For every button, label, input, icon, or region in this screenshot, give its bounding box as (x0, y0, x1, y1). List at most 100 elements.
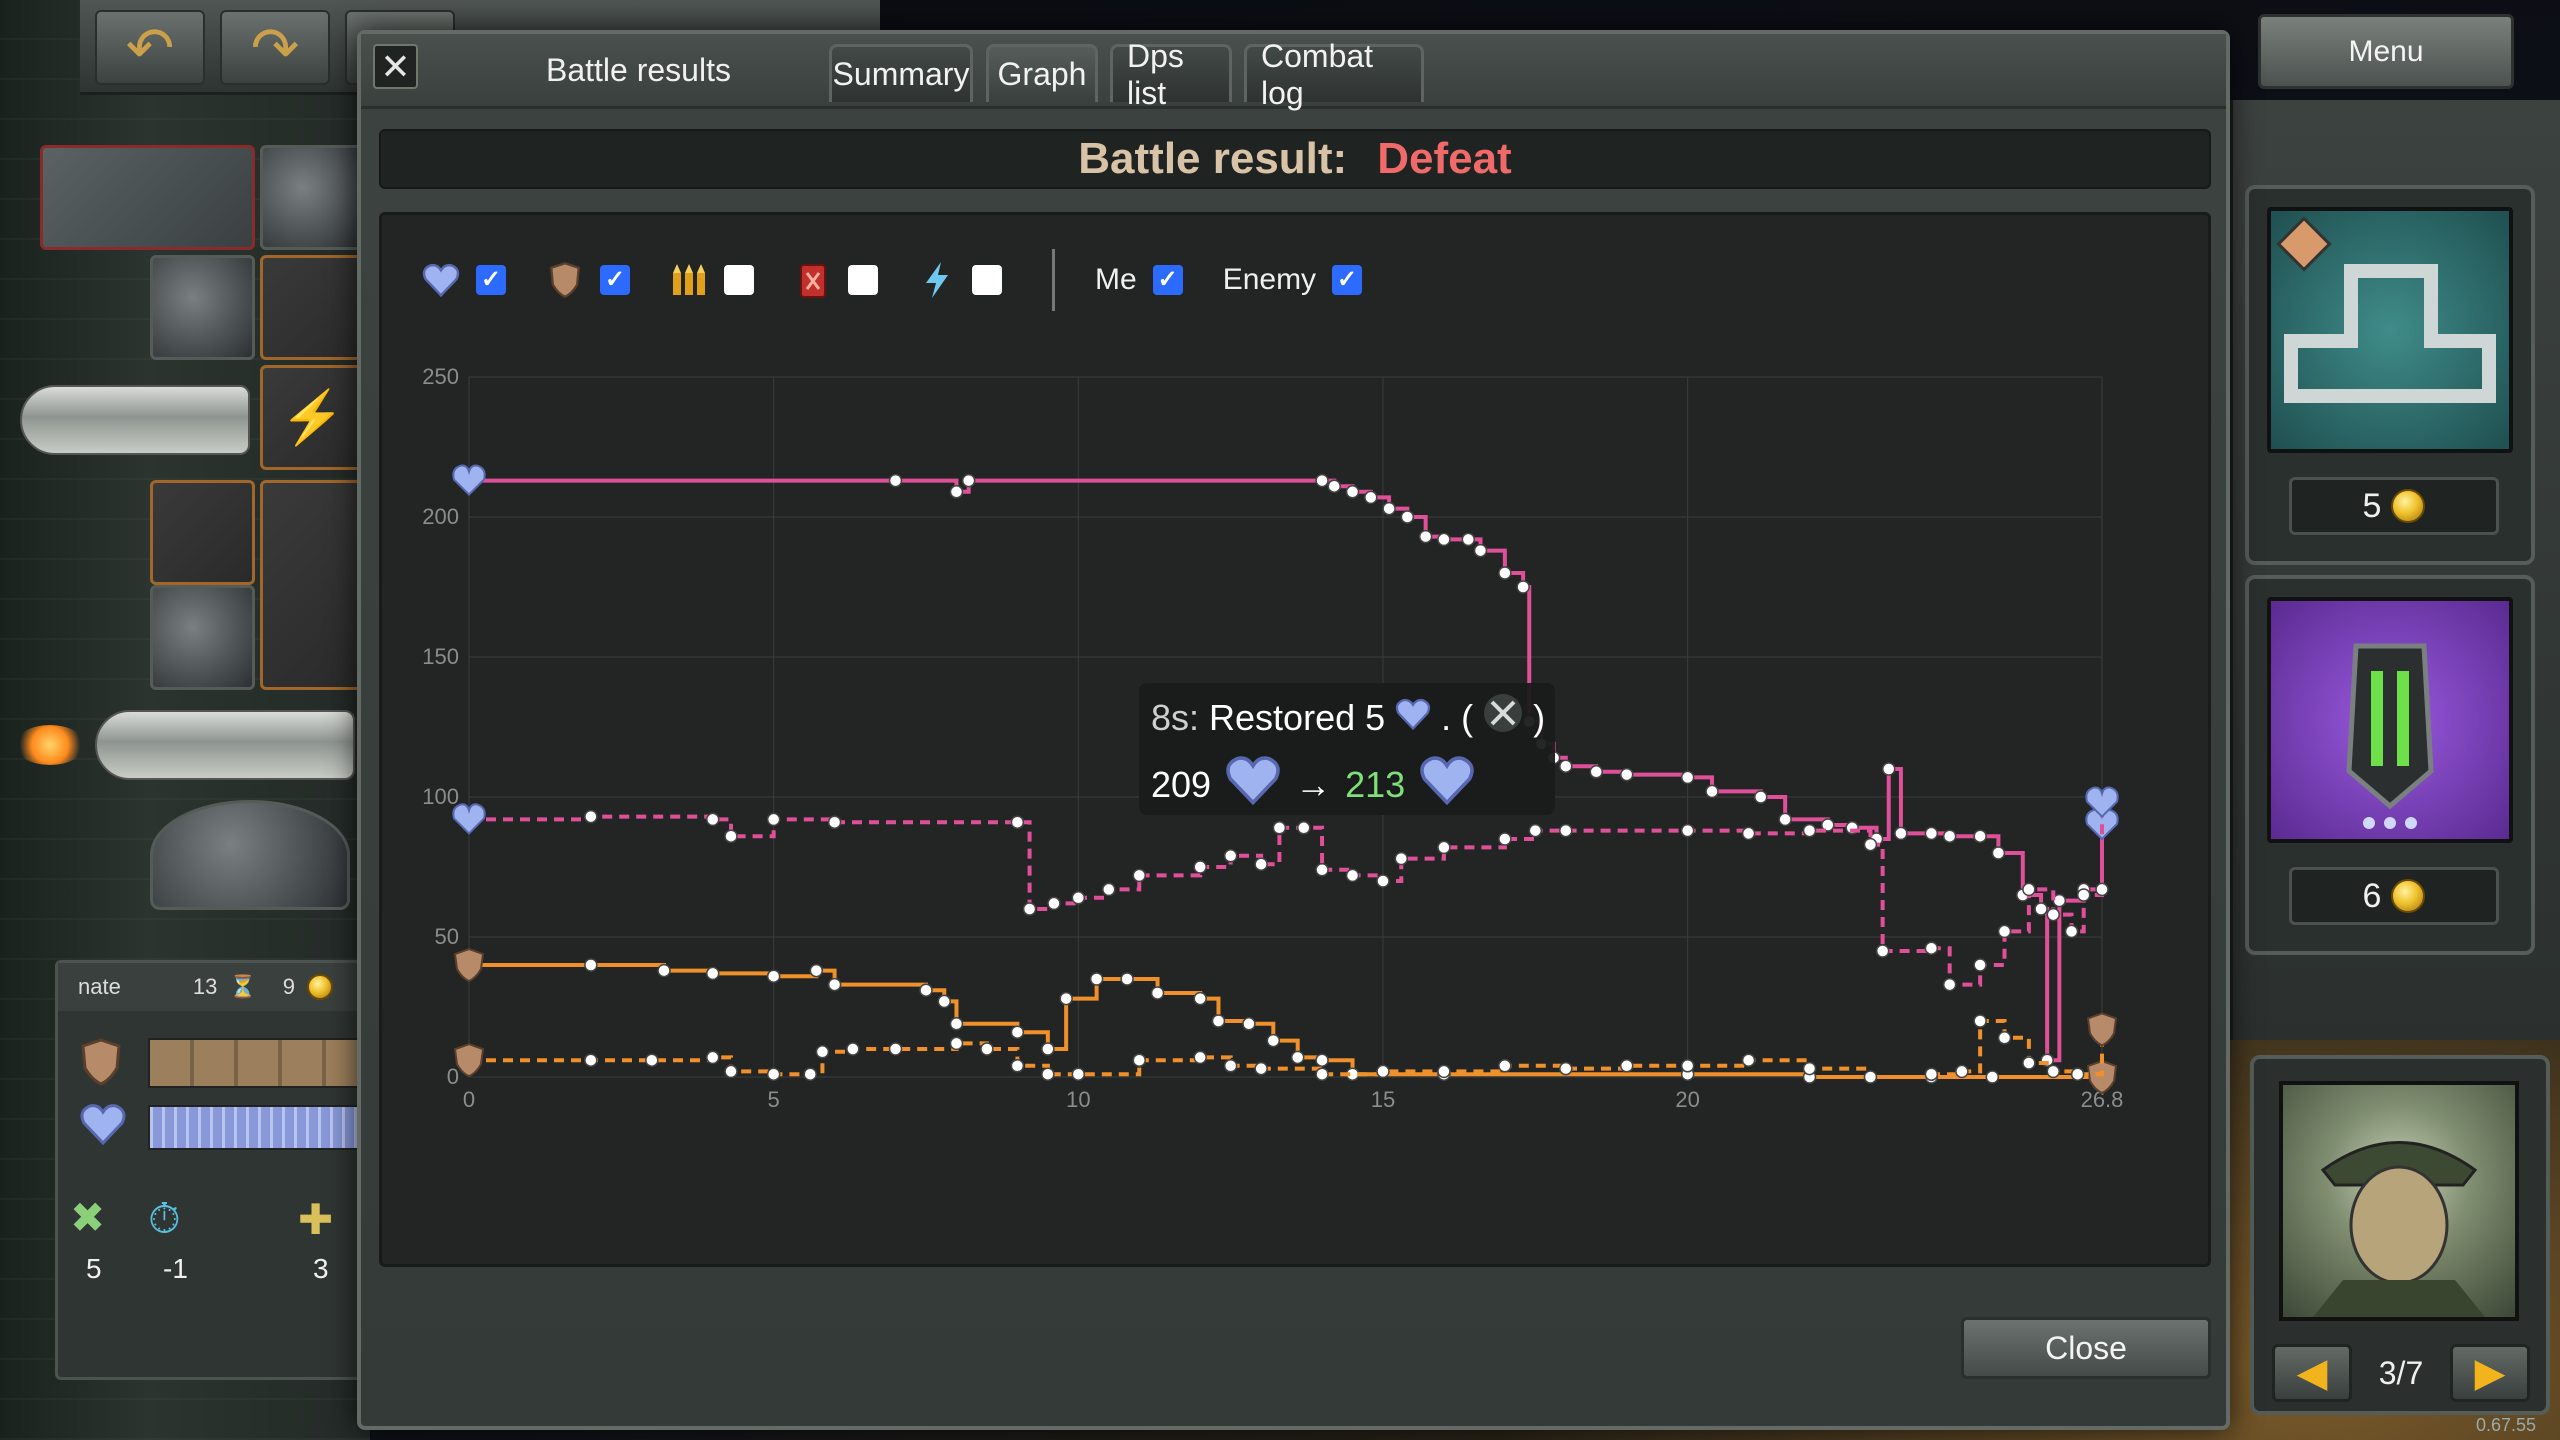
enemy-armor-point (1254, 1061, 1268, 1076)
enemy-armor-point (2046, 1064, 2061, 1079)
filter-armor-checkbox[interactable]: ✓ (600, 265, 630, 295)
filter-armor[interactable]: ✓ (546, 261, 630, 299)
me-hp-point (1754, 790, 1768, 804)
enemy-armor-point (815, 1045, 830, 1059)
filter-fuel-checkbox[interactable] (848, 265, 878, 295)
tooltip-text: Restored 5 (1209, 696, 1386, 738)
enemy-hp-point (1997, 924, 2012, 939)
me-hp-point (1437, 532, 1451, 547)
dialog-header: ✕ Battle results Summary Graph Dps list … (361, 34, 2226, 111)
me-armor-point (949, 1017, 964, 1031)
tab-dps-list[interactable]: Dps list (1110, 38, 1232, 111)
enemy-hp-point (1223, 849, 1238, 863)
close-dialog-button[interactable]: ✕ (373, 44, 418, 89)
filter-separator (1052, 249, 1055, 311)
me-hp-point (1894, 826, 1908, 841)
enemy-hp-point (1394, 851, 1409, 866)
ship-armor-module (150, 585, 255, 690)
filter-hp[interactable]: ✓ (422, 261, 506, 299)
armor-bar (148, 1038, 373, 1088)
captain-panel: ◀ 3/7 ▶ (2250, 1055, 2550, 1415)
me-hp-point (1498, 566, 1512, 580)
heart-marker-icon (452, 803, 486, 835)
me-armor-point (1120, 972, 1134, 986)
next-captain-button[interactable]: ▶ (2449, 1344, 2530, 1402)
enemy-hp-point (766, 812, 781, 827)
filter-me[interactable]: Me ✓ (1095, 263, 1183, 297)
enemy-armor-point (584, 1053, 598, 1067)
me-armor-point (937, 994, 952, 1009)
filter-enemy-checkbox[interactable]: ✓ (1332, 265, 1363, 295)
ammo-icon (670, 261, 708, 299)
undo-icon: ↶ (125, 15, 175, 81)
heart-marker-icon (452, 464, 486, 497)
y-tick-label: 150 (422, 644, 459, 669)
enemy-hp-point (1297, 821, 1311, 835)
enemy-armor-point (1071, 1067, 1086, 1081)
captain-pager: ◀ 3/7 ▶ (2272, 1344, 2530, 1402)
shop-card[interactable]: 5 (2245, 185, 2535, 565)
shop-card-price: 6 (2289, 867, 2499, 925)
tab-graph[interactable]: Graph (986, 44, 1098, 102)
me-armor-point (1211, 1014, 1226, 1028)
tooltip-event-line: 8s: Restored 5 . ( ) (1151, 693, 1545, 742)
ship-engine (20, 385, 250, 455)
tooltip-close-paren: ) (1533, 696, 1546, 738)
gold-value: 9 (282, 974, 295, 999)
enemy-hp-point (1802, 823, 1817, 838)
enemy-armor-point (1010, 1059, 1025, 1073)
tab-summary[interactable]: Summary (829, 44, 973, 102)
enemy-armor-point (888, 1042, 903, 1056)
me-hp-point (961, 473, 976, 488)
ship-radar-module (150, 800, 350, 910)
repair-value: 5 (86, 1253, 102, 1284)
enemy-hp-point (1022, 902, 1037, 916)
filter-ammo-checkbox[interactable] (724, 265, 754, 295)
filter-me-checkbox[interactable]: ✓ (1152, 265, 1183, 295)
close-button[interactable]: Close (1961, 1317, 2211, 1379)
enemy-armor-point (724, 1064, 738, 1079)
me-armor-point (827, 977, 842, 992)
me-hp-point (2034, 902, 2048, 916)
close-icon: ✕ (380, 45, 411, 87)
me-hp-point (1418, 529, 1433, 544)
enemy-hp-point (1498, 832, 1512, 846)
prev-captain-button[interactable]: ◀ (2272, 1344, 2352, 1402)
me-hp-point (1619, 767, 1634, 782)
ship-stats-panel: nate 13 ⏳ 9 ✖ ⏱ ✚ 5 -1 3 (55, 960, 373, 1380)
filter-energy-checkbox[interactable] (972, 265, 1002, 295)
x-tick-label: 5 (768, 1087, 780, 1112)
shield-marker-icon (453, 1043, 485, 1078)
filter-ammo[interactable] (670, 261, 754, 299)
enemy-hp-point (1272, 821, 1287, 835)
enemy-hp-point (1741, 826, 1756, 841)
redo-button[interactable]: ↷ (220, 10, 330, 85)
me-armor-point (584, 958, 598, 972)
undo-button[interactable]: ↶ (95, 10, 205, 85)
hourglass-icon: ⏳ (229, 974, 257, 999)
menu-button[interactable]: Menu (2258, 14, 2514, 89)
me-hp-point (1345, 485, 1360, 499)
filter-energy[interactable] (918, 261, 1002, 299)
enemy-hp-point (1132, 868, 1147, 883)
filter-enemy[interactable]: Enemy ✓ (1223, 263, 1363, 297)
enemy-hp-point (1102, 882, 1116, 897)
shop-card[interactable]: 6 (2245, 575, 2535, 955)
filter-fuel[interactable] (794, 261, 878, 299)
coin-icon (2391, 489, 2426, 523)
time-value: 13 (192, 974, 218, 999)
enemy-armor-point (1498, 1059, 1512, 1073)
enemy-armor-point (949, 1036, 964, 1051)
enemy-armor-point (1863, 1070, 1878, 1084)
tab-combat-log[interactable]: Combat log (1244, 38, 1424, 111)
me-hp-point (1942, 829, 1957, 843)
captain-portrait (2279, 1081, 2519, 1321)
me-armor-point (705, 966, 720, 981)
y-tick-label: 50 (435, 924, 459, 949)
triangle-right-icon: ▶ (2474, 1351, 2506, 1395)
enemy-hp-point (584, 809, 598, 824)
heart-icon (1225, 755, 1281, 814)
enemy-hp-point (1863, 837, 1878, 852)
filter-hp-checkbox[interactable]: ✓ (476, 265, 506, 295)
enemy-armor-point (1437, 1064, 1451, 1079)
